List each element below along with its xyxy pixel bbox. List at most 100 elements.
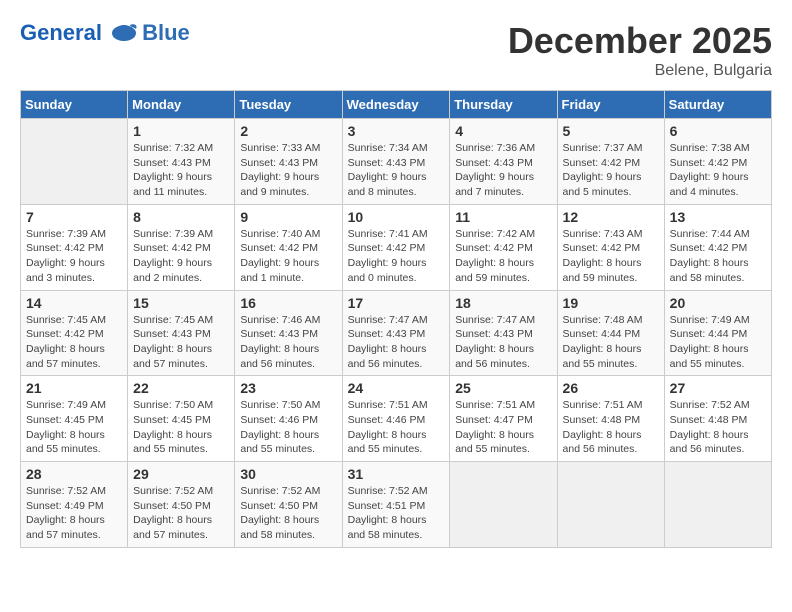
calendar-cell: 13 Sunrise: 7:44 AM Sunset: 4:42 PM Dayli… [664,204,771,290]
day-info: Sunrise: 7:42 AM Sunset: 4:42 PM Dayligh… [455,227,551,286]
calendar-week-3: 14 Sunrise: 7:45 AM Sunset: 4:42 PM Dayli… [21,290,772,376]
dow-header-thursday: Thursday [450,91,557,119]
day-info: Sunrise: 7:51 AM Sunset: 4:48 PM Dayligh… [563,398,659,457]
calendar-cell: 29 Sunrise: 7:52 AM Sunset: 4:50 PM Dayli… [128,462,235,548]
day-info: Sunrise: 7:37 AM Sunset: 4:42 PM Dayligh… [563,141,659,200]
day-info: Sunrise: 7:51 AM Sunset: 4:46 PM Dayligh… [348,398,445,457]
day-number: 5 [563,123,659,139]
day-info: Sunrise: 7:39 AM Sunset: 4:42 PM Dayligh… [26,227,122,286]
day-number: 23 [240,380,336,396]
calendar-cell [557,462,664,548]
day-number: 22 [133,380,229,396]
calendar-cell: 7 Sunrise: 7:39 AM Sunset: 4:42 PM Daylig… [21,204,128,290]
calendar-cell [664,462,771,548]
calendar-cell: 30Sunrise: 7:52 AM Sunset: 4:50 PM Dayli… [235,462,342,548]
dow-header-tuesday: Tuesday [235,91,342,119]
day-number: 16 [240,295,336,311]
calendar-cell: 9Sunrise: 7:40 AM Sunset: 4:42 PM Daylig… [235,204,342,290]
calendar-cell: 12 Sunrise: 7:43 AM Sunset: 4:42 PM Dayli… [557,204,664,290]
day-info: Sunrise: 7:38 AM Sunset: 4:42 PM Dayligh… [670,141,766,200]
day-number: 26 [563,380,659,396]
day-info: Sunrise: 7:46 AM Sunset: 4:43 PM Dayligh… [240,313,336,372]
calendar-cell: 31 Sunrise: 7:52 AM Sunset: 4:51 PM Dayli… [342,462,450,548]
calendar-cell: 23 Sunrise: 7:50 AM Sunset: 4:46 PM Dayli… [235,376,342,462]
day-number: 6 [670,123,766,139]
calendar-week-2: 7 Sunrise: 7:39 AM Sunset: 4:42 PM Daylig… [21,204,772,290]
logo-line2: Blue [142,20,190,46]
day-number: 18 [455,295,551,311]
calendar-cell: 6 Sunrise: 7:38 AM Sunset: 4:42 PM Daylig… [664,119,771,205]
calendar-week-1: 1 Sunrise: 7:32 AM Sunset: 4:43 PM Daylig… [21,119,772,205]
day-number: 11 [455,209,551,225]
day-number: 3 [348,123,445,139]
day-info: Sunrise: 7:34 AM Sunset: 4:43 PM Dayligh… [348,141,445,200]
calendar-cell: 4Sunrise: 7:36 AM Sunset: 4:43 PM Daylig… [450,119,557,205]
day-number: 29 [133,466,229,482]
calendar-cell: 16 Sunrise: 7:46 AM Sunset: 4:43 PM Dayli… [235,290,342,376]
day-number: 17 [348,295,445,311]
calendar-cell: 2Sunrise: 7:33 AM Sunset: 4:43 PM Daylig… [235,119,342,205]
calendar-cell: 15 Sunrise: 7:45 AM Sunset: 4:43 PM Dayli… [128,290,235,376]
day-number: 14 [26,295,122,311]
day-number: 15 [133,295,229,311]
day-info: Sunrise: 7:50 AM Sunset: 4:46 PM Dayligh… [240,398,336,457]
day-info: Sunrise: 7:50 AM Sunset: 4:45 PM Dayligh… [133,398,229,457]
day-number: 19 [563,295,659,311]
day-number: 25 [455,380,551,396]
day-info: Sunrise: 7:52 AM Sunset: 4:50 PM Dayligh… [240,484,336,543]
day-info: Sunrise: 7:43 AM Sunset: 4:42 PM Dayligh… [563,227,659,286]
calendar-week-5: 28 Sunrise: 7:52 AM Sunset: 4:49 PM Dayli… [21,462,772,548]
day-info: Sunrise: 7:44 AM Sunset: 4:42 PM Dayligh… [670,227,766,286]
logo-bird-icon [110,23,138,45]
day-info: Sunrise: 7:52 AM Sunset: 4:50 PM Dayligh… [133,484,229,543]
day-number: 13 [670,209,766,225]
calendar-cell: 20Sunrise: 7:49 AM Sunset: 4:44 PM Dayli… [664,290,771,376]
calendar-cell: 18 Sunrise: 7:47 AM Sunset: 4:43 PM Dayli… [450,290,557,376]
logo: General Blue [20,20,190,46]
calendar-cell: 17 Sunrise: 7:47 AM Sunset: 4:43 PM Dayli… [342,290,450,376]
calendar-cell: 21 Sunrise: 7:49 AM Sunset: 4:45 PM Dayli… [21,376,128,462]
dow-header-wednesday: Wednesday [342,91,450,119]
day-number: 7 [26,209,122,225]
calendar-cell: 5 Sunrise: 7:37 AM Sunset: 4:42 PM Daylig… [557,119,664,205]
day-number: 31 [348,466,445,482]
day-info: Sunrise: 7:52 AM Sunset: 4:51 PM Dayligh… [348,484,445,543]
calendar-cell: 8 Sunrise: 7:39 AM Sunset: 4:42 PM Daylig… [128,204,235,290]
day-of-week-header: SundayMondayTuesdayWednesdayThursdayFrid… [21,91,772,119]
day-number: 8 [133,209,229,225]
day-info: Sunrise: 7:49 AM Sunset: 4:45 PM Dayligh… [26,398,122,457]
day-info: Sunrise: 7:47 AM Sunset: 4:43 PM Dayligh… [455,313,551,372]
day-number: 27 [670,380,766,396]
day-number: 24 [348,380,445,396]
calendar-cell: 11 Sunrise: 7:42 AM Sunset: 4:42 PM Dayli… [450,204,557,290]
calendar-cell: 3 Sunrise: 7:34 AM Sunset: 4:43 PM Daylig… [342,119,450,205]
dow-header-sunday: Sunday [21,91,128,119]
day-number: 12 [563,209,659,225]
day-number: 1 [133,123,229,139]
day-number: 20 [670,295,766,311]
dow-header-monday: Monday [128,91,235,119]
day-number: 4 [455,123,551,139]
day-number: 21 [26,380,122,396]
dow-header-friday: Friday [557,91,664,119]
day-number: 28 [26,466,122,482]
calendar-cell: 24 Sunrise: 7:51 AM Sunset: 4:46 PM Dayli… [342,376,450,462]
day-info: Sunrise: 7:39 AM Sunset: 4:42 PM Dayligh… [133,227,229,286]
day-info: Sunrise: 7:47 AM Sunset: 4:43 PM Dayligh… [348,313,445,372]
calendar-body: 1 Sunrise: 7:32 AM Sunset: 4:43 PM Daylig… [21,119,772,548]
month-title: December 2025 [508,20,772,62]
day-info: Sunrise: 7:32 AM Sunset: 4:43 PM Dayligh… [133,141,229,200]
location: Belene, Bulgaria [508,62,772,80]
day-info: Sunrise: 7:33 AM Sunset: 4:43 PM Dayligh… [240,141,336,200]
calendar-cell [21,119,128,205]
title-block: December 2025 Belene, Bulgaria [508,20,772,80]
page-header: General Blue December 2025 Belene, Bulga… [20,20,772,80]
calendar-cell: 25 Sunrise: 7:51 AM Sunset: 4:47 PM Dayli… [450,376,557,462]
day-info: Sunrise: 7:45 AM Sunset: 4:43 PM Dayligh… [133,313,229,372]
day-info: Sunrise: 7:51 AM Sunset: 4:47 PM Dayligh… [455,398,551,457]
dow-header-saturday: Saturday [664,91,771,119]
day-number: 9 [240,209,336,225]
day-info: Sunrise: 7:45 AM Sunset: 4:42 PM Dayligh… [26,313,122,372]
calendar-week-4: 21 Sunrise: 7:49 AM Sunset: 4:45 PM Dayli… [21,376,772,462]
day-info: Sunrise: 7:52 AM Sunset: 4:49 PM Dayligh… [26,484,122,543]
